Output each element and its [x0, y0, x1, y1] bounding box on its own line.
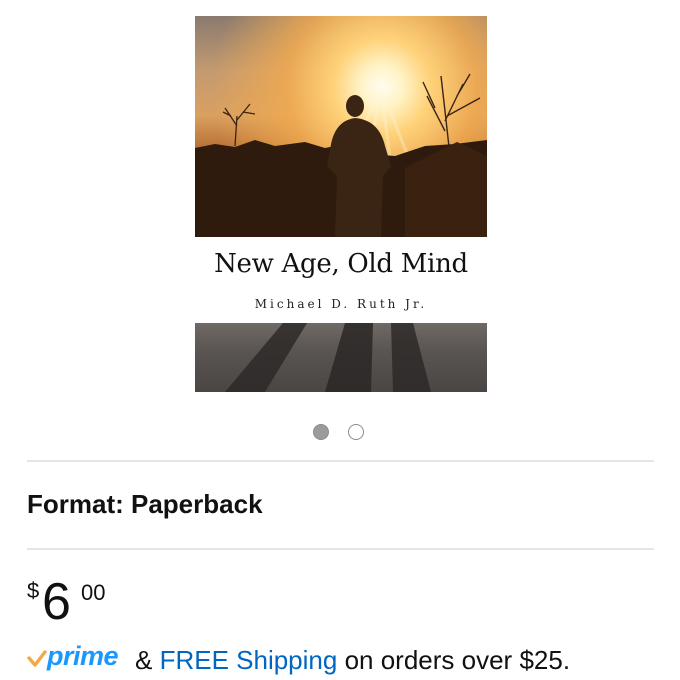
price-currency-symbol: $ [27, 578, 40, 603]
cover-sunset-photo [195, 16, 487, 238]
prime-logo: prime [25, 641, 135, 677]
checkmark-icon [27, 650, 47, 667]
divider [27, 460, 654, 462]
format-label: Format: Paperback [27, 489, 263, 519]
shipping-ampersand: & [135, 645, 153, 675]
cover-shadow-photo [195, 323, 487, 392]
price-whole: 6 [42, 573, 71, 631]
divider [27, 548, 654, 550]
image-carousel-dots [313, 424, 364, 440]
free-shipping-link[interactable]: FREE Shipping [160, 645, 338, 675]
cover-shadow-art [225, 323, 431, 392]
prime-logo-text: prime [47, 641, 119, 671]
book-cover-image[interactable]: New Age, Old Mind Michael D. Ruth Jr. [195, 16, 487, 392]
cover-author: Michael D. Ruth Jr. [254, 297, 428, 311]
shipping-suffix: on orders over $25. [344, 645, 571, 675]
cover-silhouette-art [195, 73, 487, 238]
carousel-dot-2[interactable] [348, 424, 364, 440]
carousel-dot-1[interactable] [313, 424, 329, 440]
product-page: New Age, Old Mind Michael D. Ruth Jr. Fo… [0, 0, 680, 680]
cover-title: New Age, Old Mind [214, 249, 468, 279]
price-fraction: 00 [81, 580, 106, 605]
shipping-text: & FREE Shipping on orders over $25. [135, 645, 570, 676]
